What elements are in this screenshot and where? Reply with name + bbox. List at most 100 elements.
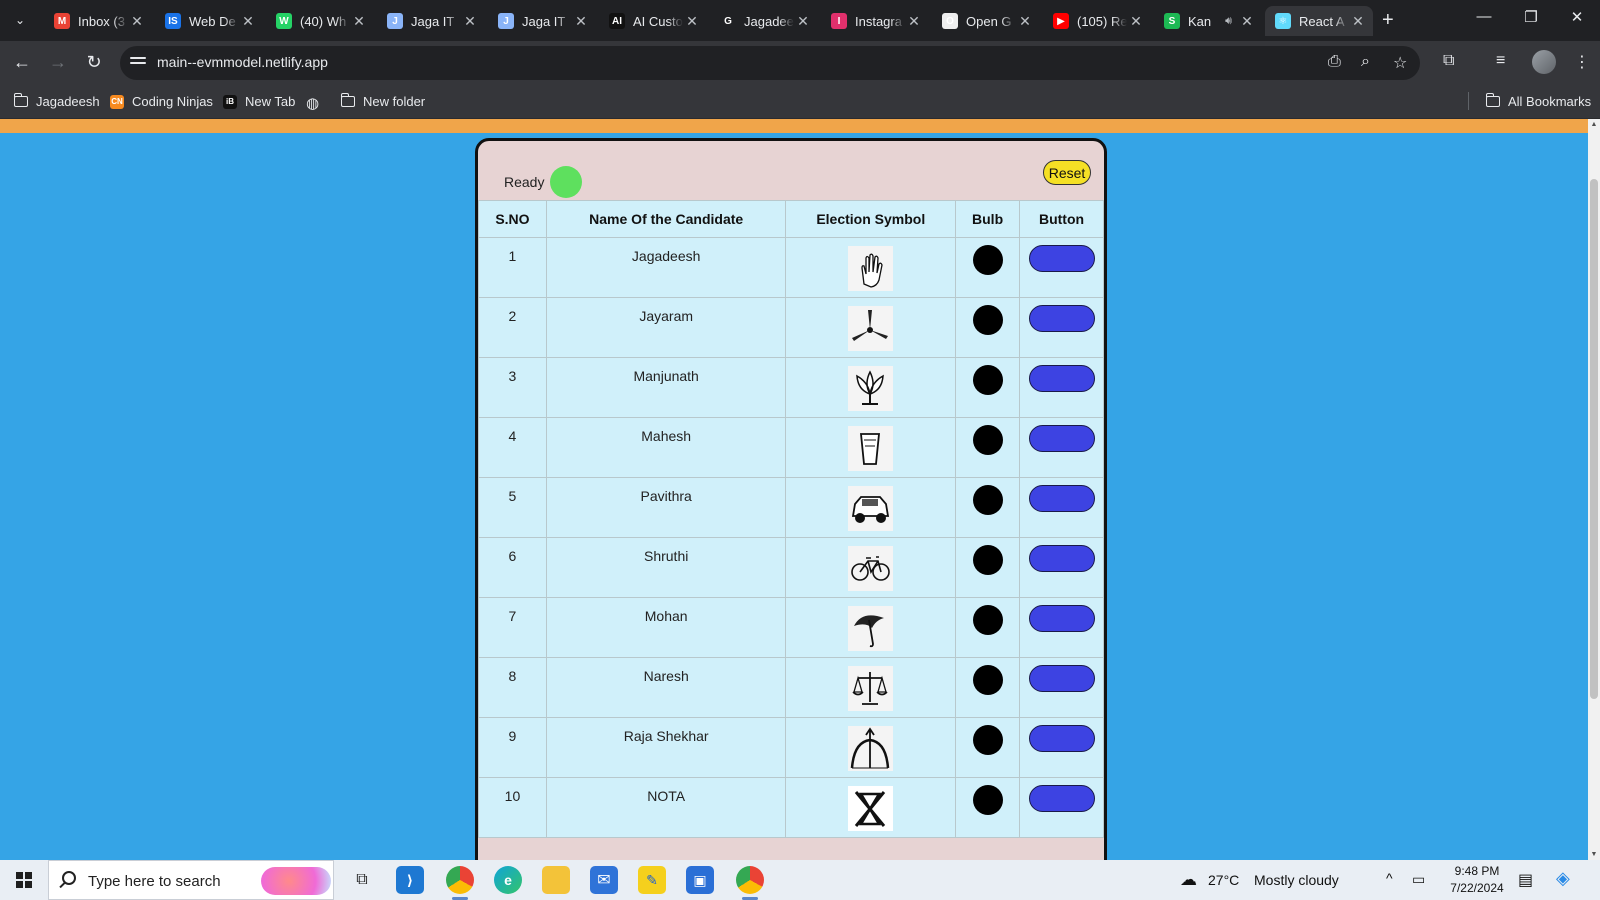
candidate-name: Jayaram — [545, 297, 787, 358]
chrome-icon[interactable] — [446, 866, 474, 894]
copilot-icon[interactable]: ◈ — [1556, 868, 1570, 889]
browser-tab[interactable]: G Jagadee ✕ — [710, 6, 818, 36]
windows-start-icon[interactable] — [16, 872, 32, 888]
bookmark-globe[interactable]: ◍ — [306, 94, 319, 112]
scroll-down-icon[interactable]: ▼ — [1588, 851, 1600, 858]
browser-tab[interactable]: S Kan 🔊︎ ✕ — [1154, 6, 1262, 36]
browser-tab[interactable]: I Instagra ✕ — [821, 6, 929, 36]
page-viewport: Ready Reset S.NO Name Of the Candidate E… — [0, 119, 1588, 860]
vscode-icon[interactable]: ⟩ — [396, 866, 424, 894]
reload-icon[interactable]: ↻ — [82, 52, 106, 73]
table-row: 8 Naresh — [478, 657, 1104, 718]
close-tab-icon[interactable]: ✕ — [1238, 13, 1256, 30]
close-tab-icon[interactable]: ✕ — [1127, 13, 1145, 30]
browser-tab[interactable]: J Jaga IT ✕ — [488, 6, 596, 36]
forward-icon[interactable]: → — [46, 52, 70, 73]
system-clock[interactable]: 9:48 PM 7/22/2024 — [1448, 863, 1506, 897]
bookmark-folder-jagadeesh[interactable]: Jagadeesh — [13, 93, 100, 109]
mail-icon[interactable]: ✉ — [590, 866, 618, 894]
chrome-profile-icon[interactable] — [736, 866, 764, 894]
table-row: 1 Jagadeesh — [478, 237, 1104, 298]
close-tab-icon[interactable]: ✕ — [350, 13, 368, 30]
show-hidden-icons-icon[interactable]: ^ — [1386, 870, 1393, 886]
minimize-icon[interactable]: — — [1469, 8, 1499, 25]
table-row: 7 Mohan — [478, 597, 1104, 658]
browser-tab[interactable]: ⚛ React A ✕ — [1265, 6, 1373, 36]
weather-temp[interactable]: 27°C — [1208, 872, 1239, 888]
vote-button[interactable] — [1028, 545, 1095, 572]
bookmark-star-icon[interactable]: ☆ — [1393, 53, 1407, 73]
close-tab-icon[interactable]: ✕ — [1016, 13, 1034, 30]
scrollbar-thumb[interactable] — [1590, 179, 1598, 699]
page-top-bar — [0, 119, 1588, 133]
candidate-symbol-cell — [785, 237, 957, 298]
browser-tab[interactable]: AI AI Custo ✕ — [599, 6, 707, 36]
vote-button[interactable] — [1028, 245, 1095, 272]
bookmark-coding-ninjas[interactable]: CN Coding Ninjas — [110, 94, 213, 109]
browser-tab[interactable]: W (40) Wh ✕ — [266, 6, 374, 36]
close-window-icon[interactable]: ✕ — [1562, 8, 1592, 26]
whatsapp-icon: W — [276, 13, 292, 29]
restore-icon[interactable]: ❐ — [1516, 8, 1546, 26]
taskbar-search-placeholder: Type here to search — [88, 873, 221, 890]
vote-button[interactable] — [1028, 365, 1095, 392]
github-icon: G — [720, 13, 736, 29]
new-tab-button[interactable]: + — [1382, 9, 1394, 32]
bookmark-folder-new-folder[interactable]: New folder — [340, 93, 425, 109]
weather-icon[interactable]: ☁ — [1180, 870, 1197, 890]
candidate-symbol-cell — [785, 537, 957, 598]
vote-button[interactable] — [1028, 725, 1095, 752]
sticky-notes-icon[interactable]: ✎ — [638, 866, 666, 894]
menu-icon[interactable]: ⋮ — [1574, 52, 1590, 72]
scroll-up-icon[interactable]: ▲ — [1588, 121, 1600, 128]
close-tab-icon[interactable]: ✕ — [461, 13, 479, 30]
bulb-cell — [955, 597, 1021, 658]
vote-button[interactable] — [1028, 785, 1095, 812]
browser-tab[interactable]: J Jaga IT ✕ — [377, 6, 485, 36]
address-bar[interactable]: main--evmmodel.netlify.app ⎙ ⌕ ☆ — [120, 46, 1420, 80]
vote-button[interactable] — [1028, 605, 1095, 632]
reset-button[interactable]: Reset — [1043, 160, 1091, 185]
close-tab-icon[interactable]: ✕ — [905, 13, 923, 30]
vote-button[interactable] — [1028, 485, 1095, 512]
site-info-icon[interactable] — [130, 54, 146, 70]
close-tab-icon[interactable]: ✕ — [794, 13, 812, 30]
install-app-icon[interactable]: ⎙ — [1328, 53, 1341, 71]
task-view-icon[interactable]: ⧉ — [348, 866, 376, 894]
edge-icon[interactable]: e — [494, 866, 522, 894]
bookmark-new-tab[interactable]: iB New Tab — [223, 94, 295, 109]
tab-search-button[interactable]: ⌄ — [8, 8, 32, 32]
windows-taskbar: Type here to search ⧉ ⟩ e ✉ ✎ ▣ ☁ 27°C M… — [0, 860, 1600, 900]
candidate-symbol-cell — [785, 597, 957, 658]
notifications-icon[interactable]: ▤ — [1518, 870, 1533, 890]
vote-button[interactable] — [1028, 425, 1095, 452]
browser-tab[interactable]: M Inbox (3 ✕ — [44, 6, 152, 36]
audio-playing-icon[interactable]: 🔊︎ — [1225, 15, 1232, 28]
weather-text[interactable]: Mostly cloudy — [1254, 872, 1339, 888]
zoom-icon[interactable]: ⌕ — [1361, 53, 1370, 71]
browser-tab[interactable]: IS Web De ✕ — [155, 6, 263, 36]
back-icon[interactable]: ← — [10, 52, 34, 73]
close-tab-icon[interactable]: ✕ — [683, 13, 701, 30]
profile-avatar[interactable] — [1532, 50, 1556, 74]
url-text[interactable]: main--evmmodel.netlify.app — [157, 54, 328, 70]
browser-tab[interactable]: ▶ (105) Re ✕ — [1043, 6, 1151, 36]
battery-icon[interactable]: ▭ — [1412, 871, 1425, 888]
close-tab-icon[interactable]: ✕ — [572, 13, 590, 30]
all-bookmarks-button[interactable]: All Bookmarks — [1485, 93, 1591, 109]
page-scrollbar[interactable]: ▲ ▼ — [1588, 119, 1600, 860]
vote-button[interactable] — [1028, 305, 1095, 332]
candidate-name: Mahesh — [545, 417, 787, 478]
browser-tab[interactable]: O Open G ✕ — [932, 6, 1040, 36]
header-name: Name Of the Candidate — [545, 200, 787, 238]
close-tab-icon[interactable]: ✕ — [128, 13, 146, 30]
taskbar-search[interactable]: Type here to search — [48, 860, 334, 900]
file-explorer-icon[interactable] — [542, 866, 570, 894]
extensions-icon[interactable]: ⧉ — [1443, 52, 1454, 70]
store-icon[interactable]: ▣ — [686, 866, 714, 894]
close-tab-icon[interactable]: ✕ — [1349, 13, 1367, 30]
close-tab-icon[interactable]: ✕ — [239, 13, 257, 30]
header-sno: S.NO — [478, 200, 547, 238]
media-control-icon[interactable]: ≡ — [1496, 52, 1505, 70]
vote-button[interactable] — [1028, 665, 1095, 692]
